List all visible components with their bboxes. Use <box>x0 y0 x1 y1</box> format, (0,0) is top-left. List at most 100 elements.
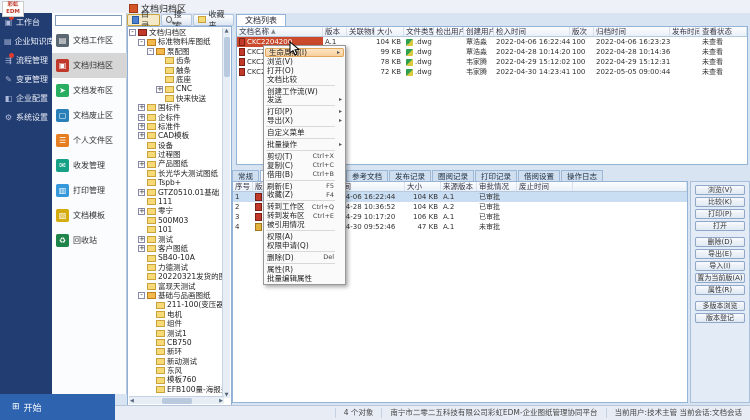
tree-expand-toggle[interactable]: + <box>138 161 145 168</box>
context-menu-item[interactable]: 文档比较 <box>264 75 345 84</box>
module-item[interactable]: ✉ 收发管理 <box>52 153 127 178</box>
module-item[interactable]: ▣ 文档归档区 <box>52 53 127 78</box>
column-header[interactable]: 来源版本 <box>441 182 477 191</box>
tree-vertical-scrollbar[interactable]: ▲▼ <box>222 28 230 398</box>
module-item[interactable]: ➤ 文档发布区 <box>52 78 127 103</box>
module-item[interactable]: ♻ 回收站 <box>52 228 127 253</box>
tree-node[interactable]: 新动测试 <box>129 357 223 366</box>
detail-tab[interactable]: 常规 <box>232 170 259 181</box>
context-menu-item[interactable]: 发送 ▸ <box>264 95 345 104</box>
tree-node[interactable]: EFB100量-海报头450图 <box>129 385 223 394</box>
tree-expand-toggle[interactable]: - <box>138 292 145 299</box>
tree-node[interactable]: + 测试 <box>129 235 223 244</box>
tree-node[interactable]: 新环 <box>129 347 223 356</box>
tree-node[interactable]: Tspb+ <box>129 178 223 187</box>
tree-node[interactable]: + 国标件 <box>129 103 223 112</box>
history-action-button[interactable]: 导入(I) <box>695 261 745 271</box>
tree-node[interactable]: 齿条 <box>129 56 223 65</box>
history-action-button[interactable]: 置为当前版(A) <box>695 273 745 283</box>
context-menu-item[interactable]: 被引用情况 <box>264 220 345 229</box>
column-header[interactable]: 序号 <box>233 182 253 191</box>
column-header[interactable]: 关联物料 <box>347 27 375 36</box>
start-button[interactable]: ⊞ 开始 <box>0 394 115 420</box>
module-search-input[interactable] <box>55 15 122 26</box>
tree-node[interactable]: - 标准物料库图纸 <box>129 37 223 46</box>
tree-node[interactable]: + CNC <box>129 84 223 93</box>
tree-node[interactable]: 富现天测试 <box>129 282 223 291</box>
history-action-button[interactable]: 比较(K) <box>695 197 745 207</box>
column-header[interactable]: 查看状态 <box>700 27 747 36</box>
history-action-button[interactable]: 多版本浏览 <box>695 301 745 311</box>
context-menu-item[interactable]: 批量操作 ▸ <box>264 140 345 149</box>
tree-node[interactable]: 设备 <box>129 141 223 150</box>
context-menu-item[interactable]: 收藏(Z) F4 <box>264 190 345 199</box>
history-action-button[interactable]: 删除(D) <box>695 237 745 247</box>
tree-expand-toggle[interactable]: + <box>156 86 163 93</box>
history-action-button[interactable]: 浏览(V) <box>695 185 745 195</box>
sidebar-item[interactable]: ✎ 变更管理 <box>0 70 52 89</box>
sidebar-item[interactable]: ◧ 企业配置 <box>0 89 52 108</box>
tree-node[interactable]: 20220321发货的图纸 <box>129 272 223 281</box>
tree-node[interactable]: - 基础与品画图纸 <box>129 291 223 300</box>
tree-expand-toggle[interactable]: + <box>138 132 145 139</box>
column-header[interactable]: 创建用户 <box>464 27 494 36</box>
tree-horizontal-scrollbar[interactable]: ◀▶ <box>129 396 224 404</box>
context-menu-item[interactable]: 删除(D) Del <box>264 253 345 262</box>
context-menu-item[interactable]: 批量编辑属性 <box>264 274 345 283</box>
sidebar-item[interactable]: ▤ 企业知识库 <box>0 32 52 51</box>
tree-node[interactable]: 测试1 <box>129 329 223 338</box>
module-item[interactable]: ▢ 文档废止区 <box>52 103 127 128</box>
column-header[interactable]: 检入时间 <box>494 27 570 36</box>
tree-node[interactable]: 快来快送 <box>129 94 223 103</box>
module-item[interactable]: ▥ 打印管理 <box>52 178 127 203</box>
tree-node[interactable]: + 标准件 <box>129 122 223 131</box>
column-header[interactable] <box>573 182 687 191</box>
history-action-button[interactable]: 属性(R) <box>695 285 745 295</box>
tree-node[interactable]: 111 <box>129 197 223 206</box>
tree-node[interactable]: 组件 <box>129 319 223 328</box>
column-header[interactable]: 审批情况 <box>477 182 517 191</box>
sidebar-item[interactable]: ⚙ 系统设置 <box>0 108 52 127</box>
favorites-tab[interactable]: 收藏夹 <box>193 14 234 26</box>
tree-node[interactable]: 电机 <box>129 310 223 319</box>
tree-node[interactable]: - 文档归档区 <box>129 28 223 37</box>
tree-node[interactable]: + GTZ0510.01基础 <box>129 188 223 197</box>
tree-node[interactable]: 101 <box>129 225 223 234</box>
sidebar-item[interactable]: ⇶ 流程管理 <box>0 51 52 70</box>
detail-tab[interactable]: 圈阅记录 <box>432 170 474 181</box>
tree-expand-toggle[interactable]: + <box>138 189 145 196</box>
module-item[interactable]: ☰ 个人文件区 <box>52 128 127 153</box>
column-header[interactable]: 版本 <box>323 27 347 36</box>
tab-doc-list[interactable]: 文档列表 <box>236 14 286 26</box>
tree-node[interactable]: 模板760 <box>129 375 223 384</box>
tree-node[interactable]: SB40-10A <box>129 253 223 262</box>
tree-node[interactable]: 底座 <box>129 75 223 84</box>
column-header[interactable]: 废止时间 <box>517 182 573 191</box>
column-header[interactable]: 发布时间 <box>670 27 700 36</box>
column-header[interactable]: 检出用户 <box>434 27 464 36</box>
history-action-button[interactable]: 导出(E) <box>695 249 745 259</box>
module-item[interactable]: ▧ 文档模板 <box>52 203 127 228</box>
tree-expand-toggle[interactable]: + <box>138 245 145 252</box>
tree-node[interactable]: 500M03 <box>129 216 223 225</box>
column-header[interactable]: 大小 <box>405 182 441 191</box>
tree-node[interactable]: + 产品图纸 <box>129 159 223 168</box>
tree-node[interactable]: 长光华大测试图纸 <box>129 169 223 178</box>
tree-node[interactable]: + CAD模板 <box>129 131 223 140</box>
column-header[interactable]: 版次 <box>570 27 594 36</box>
tree-expand-toggle[interactable]: - <box>129 29 136 36</box>
context-menu-item[interactable]: 借用(B) Ctrl+B <box>264 170 345 179</box>
tree-expand-toggle[interactable]: - <box>147 48 154 55</box>
module-item[interactable]: ▤ 文档工作区 <box>52 28 127 53</box>
tree-expand-toggle[interactable]: + <box>138 104 145 111</box>
context-menu-item[interactable]: 权限申请(Q) <box>264 241 345 250</box>
tree-node[interactable]: CB750 <box>129 338 223 347</box>
detail-tab[interactable]: 打印记录 <box>475 170 517 181</box>
column-header[interactable]: 文件类型 <box>404 27 434 36</box>
detail-tab[interactable]: 参考文档 <box>346 170 388 181</box>
history-action-button[interactable]: 版本登记 <box>695 313 745 323</box>
tree-node[interactable]: + 企标件 <box>129 113 223 122</box>
detail-tab[interactable]: 发布记录 <box>389 170 431 181</box>
tree-expand-toggle[interactable]: + <box>138 123 145 130</box>
search-tab[interactable]: 搜索 <box>161 14 193 26</box>
